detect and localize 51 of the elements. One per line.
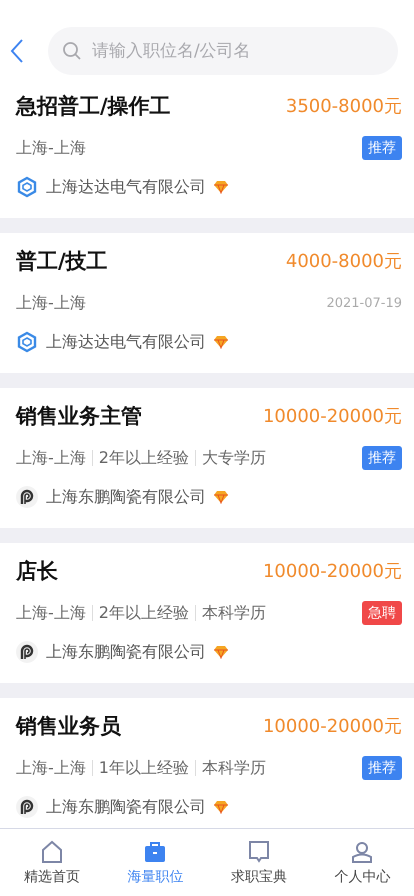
job-detail: 上海-上海 bbox=[16, 758, 86, 778]
diamond-icon bbox=[214, 800, 228, 814]
nav-tab[interactable]: 求职宝典 bbox=[207, 829, 310, 896]
diamond-icon bbox=[214, 335, 228, 349]
job-detail: 1年以上经验 bbox=[98, 758, 189, 778]
diamond-icon bbox=[214, 490, 228, 504]
letter-logo-icon bbox=[16, 486, 38, 508]
nav-tab[interactable]: 精选首页 bbox=[0, 829, 104, 896]
letter-logo-icon bbox=[16, 796, 38, 818]
salary: 10000-20000元 bbox=[262, 405, 402, 428]
salary: 10000-20000元 bbox=[262, 560, 402, 583]
salary: 4000-8000元 bbox=[286, 250, 402, 273]
salary: 10000-20000元 bbox=[262, 715, 402, 738]
company-name: 上海达达电气有限公司 bbox=[46, 176, 206, 198]
job-title: 急招普工/操作工 bbox=[16, 93, 171, 120]
tag-badge: 推荐 bbox=[362, 446, 402, 470]
hexagon-logo-icon bbox=[16, 176, 38, 198]
job-title: 销售业务员 bbox=[16, 713, 121, 740]
job-detail: 上海-上海 bbox=[16, 602, 86, 624]
tag-badge: 推荐 bbox=[362, 756, 402, 780]
chat-bubble-icon bbox=[246, 840, 271, 864]
salary: 3500-8000元 bbox=[286, 95, 402, 118]
letter-logo-icon bbox=[16, 641, 38, 663]
search-icon bbox=[62, 41, 82, 61]
company-name: 上海东鹏陶瓷有限公司 bbox=[46, 486, 206, 508]
search-field[interactable]: 请输入职位名/公司名 bbox=[48, 27, 398, 75]
job-title: 店长 bbox=[16, 558, 58, 585]
nav-tab[interactable]: 个人中心 bbox=[310, 829, 414, 896]
job-title: 普工/技工 bbox=[16, 248, 108, 275]
job-detail: 本科学历 bbox=[202, 602, 266, 624]
job-detail: 上海-上海 bbox=[16, 292, 86, 314]
tag-badge: 急聘 bbox=[362, 601, 402, 625]
job-title: 销售业务主管 bbox=[16, 403, 142, 430]
briefcase-icon bbox=[143, 840, 168, 864]
job-detail: 本科学历 bbox=[202, 758, 266, 778]
company-name: 上海东鹏陶瓷有限公司 bbox=[46, 796, 206, 818]
hexagon-logo-icon bbox=[16, 331, 38, 353]
nav-tab[interactable]: 海量职位 bbox=[104, 829, 207, 896]
company-name: 上海达达电气有限公司 bbox=[46, 332, 206, 352]
job-detail: 大专学历 bbox=[202, 448, 266, 468]
user-icon bbox=[350, 840, 374, 864]
company-name: 上海东鹏陶瓷有限公司 bbox=[46, 642, 206, 662]
job-detail: 2年以上经验 bbox=[98, 448, 189, 468]
tag-badge: 推荐 bbox=[362, 136, 402, 160]
post-date: 2021-07-19 bbox=[326, 296, 402, 310]
home-icon bbox=[40, 840, 64, 864]
diamond-icon bbox=[214, 645, 228, 659]
job-detail: 上海-上海 bbox=[16, 138, 86, 158]
job-detail: 上海-上海 bbox=[16, 448, 86, 468]
job-detail: 2年以上经验 bbox=[98, 602, 189, 624]
diamond-icon bbox=[214, 180, 228, 194]
